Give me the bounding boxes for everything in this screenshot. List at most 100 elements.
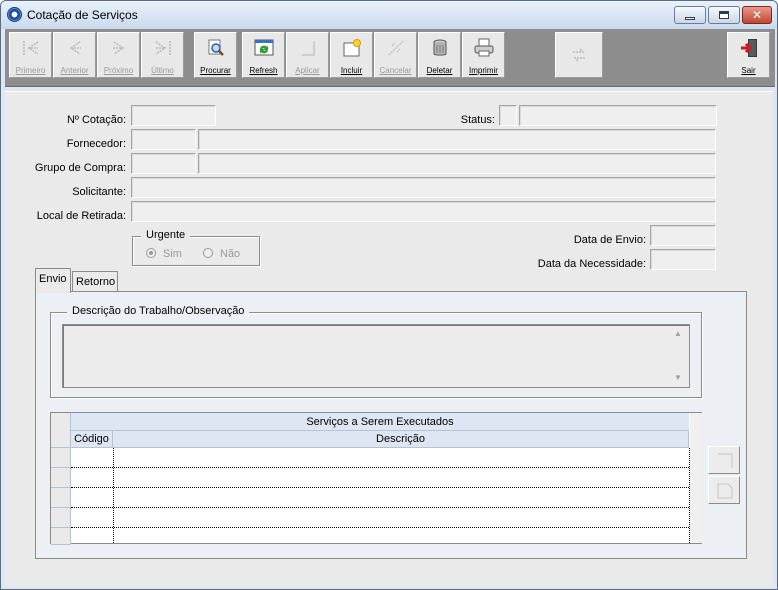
cancel-label: Cancelar	[379, 66, 412, 75]
status-label: Status:	[460, 114, 495, 126]
tab-envio-label: Envio	[39, 273, 67, 285]
exit-label: Sair	[741, 66, 756, 75]
grid-corner	[51, 413, 71, 448]
grupo-compra-code-field[interactable]	[131, 153, 196, 174]
refresh-icon	[254, 39, 274, 56]
maximize-icon	[719, 11, 729, 19]
scroll-up-icon[interactable]: ▲	[673, 329, 683, 339]
print-button[interactable]: Imprimir	[462, 32, 505, 78]
next-record-button[interactable]: Próximo	[97, 32, 140, 78]
first-record-icon	[23, 41, 39, 55]
grid-title: Serviços a Serem Executados	[71, 413, 689, 431]
printer-icon	[474, 38, 494, 57]
data-necessidade-label: Data da Necessidade:	[537, 258, 646, 270]
print-label: Imprimir	[469, 66, 498, 75]
solicitante-label: Solicitante:	[72, 186, 126, 198]
last-record-button[interactable]: Último	[141, 32, 184, 78]
fornecedor-label: Fornecedor:	[66, 138, 126, 150]
tab-retorno[interactable]: Retorno	[72, 271, 118, 293]
row-indicator	[51, 528, 71, 545]
num-cotacao-field[interactable]	[131, 105, 216, 126]
refresh-label: Refresh	[249, 66, 278, 75]
transfer-icon	[573, 48, 585, 62]
first-record-button[interactable]: Primeiro	[9, 32, 52, 78]
window-title: Cotação de Serviços	[27, 8, 138, 22]
prior-record-label: Anterior	[60, 66, 89, 75]
refresh-button[interactable]: Refresh	[242, 32, 285, 78]
grupo-compra-name-field[interactable]	[198, 153, 716, 174]
data-envio-label: Data de Envio:	[573, 234, 646, 246]
minimize-icon	[685, 16, 695, 20]
blank-page-icon	[718, 453, 733, 468]
close-button[interactable]: ✕	[742, 6, 772, 24]
search-button[interactable]: Procurar	[194, 32, 237, 78]
add-icon	[343, 39, 361, 57]
grupo-compra-label: Grupo de Compra:	[34, 162, 126, 174]
fornecedor-name-field[interactable]	[198, 129, 716, 150]
title-bar[interactable]: Cotação de Serviços ✕	[1, 1, 777, 29]
grid-add-row-button[interactable]	[708, 446, 740, 474]
next-record-icon	[113, 41, 125, 55]
first-record-label: Primeiro	[15, 66, 46, 75]
search-icon	[208, 39, 224, 56]
apply-button[interactable]: Aplicar	[286, 32, 329, 78]
row-indicator	[51, 488, 71, 508]
apply-icon	[302, 41, 315, 56]
urgente-sim-radio[interactable]	[146, 248, 156, 258]
apply-label: Aplicar	[295, 66, 320, 75]
last-record-label: Último	[151, 66, 174, 75]
urgente-sim-label: Sim	[163, 248, 182, 260]
last-record-icon	[155, 41, 171, 55]
row-indicator	[51, 448, 71, 468]
row-indicator	[51, 508, 71, 528]
prior-record-icon	[69, 41, 81, 55]
urgente-groupbox: Urgente Sim Não	[132, 229, 260, 266]
page-corner-icon	[717, 483, 733, 499]
urgente-title: Urgente	[141, 229, 191, 241]
tab-envio[interactable]: Envio	[35, 268, 71, 293]
form-panel: Nº Cotação: Status: Fornecedor: Grupo de…	[5, 91, 773, 587]
grid-col-divider	[113, 448, 114, 543]
delete-button[interactable]: Deletar	[418, 32, 461, 78]
data-envio-field[interactable]	[650, 225, 716, 246]
descricao-title: Descrição do Trabalho/Observação	[67, 305, 250, 317]
num-cotacao-label: Nº Cotação:	[66, 114, 126, 126]
servicos-grid[interactable]: Serviços a Serem Executados Código Descr…	[50, 412, 702, 545]
toolbar: Primeiro Anterior Próximo Último Procura…	[5, 29, 775, 87]
table-row[interactable]	[71, 507, 689, 508]
exit-door-icon	[741, 39, 757, 57]
main-window: Cotação de Serviços ✕ Primeiro Anterior …	[0, 0, 778, 590]
grid-col-codigo[interactable]: Código	[71, 431, 113, 448]
prior-record-button[interactable]: Anterior	[53, 32, 96, 78]
table-row[interactable]	[71, 487, 689, 488]
trash-icon	[433, 39, 447, 56]
scroll-down-icon[interactable]: ▼	[673, 373, 683, 383]
local-retirada-label: Local de Retirada:	[36, 210, 126, 222]
grid-right-margin	[690, 413, 702, 543]
solicitante-field[interactable]	[131, 177, 716, 198]
transfer-button[interactable]	[555, 32, 603, 78]
table-row[interactable]	[71, 467, 689, 468]
tab-retorno-label: Retorno	[76, 276, 116, 288]
add-button[interactable]: Incluir	[330, 32, 373, 78]
grid-col-descricao[interactable]: Descrição	[113, 431, 689, 448]
minimize-button[interactable]	[674, 6, 706, 24]
fornecedor-code-field[interactable]	[131, 129, 196, 150]
row-indicator	[51, 468, 71, 488]
next-record-label: Próximo	[103, 66, 134, 75]
table-row[interactable]	[71, 527, 689, 528]
urgente-nao-radio[interactable]	[203, 248, 213, 258]
cancel-button[interactable]: Cancelar	[374, 32, 417, 78]
exit-button[interactable]: Sair	[727, 32, 770, 78]
status-description-field[interactable]	[519, 105, 717, 126]
envio-tab-panel: Descrição do Trabalho/Observação ▲ ▼ Ser…	[35, 291, 747, 559]
local-retirada-field[interactable]	[131, 201, 716, 222]
maximize-button[interactable]	[708, 6, 740, 24]
status-code-field[interactable]	[499, 105, 517, 126]
grid-delete-row-button[interactable]	[708, 476, 740, 504]
close-icon: ✕	[751, 8, 763, 22]
descricao-memo[interactable]: ▲ ▼	[62, 324, 690, 388]
data-necessidade-field[interactable]	[650, 249, 716, 270]
app-icon	[7, 7, 22, 22]
cancel-icon	[388, 40, 404, 56]
